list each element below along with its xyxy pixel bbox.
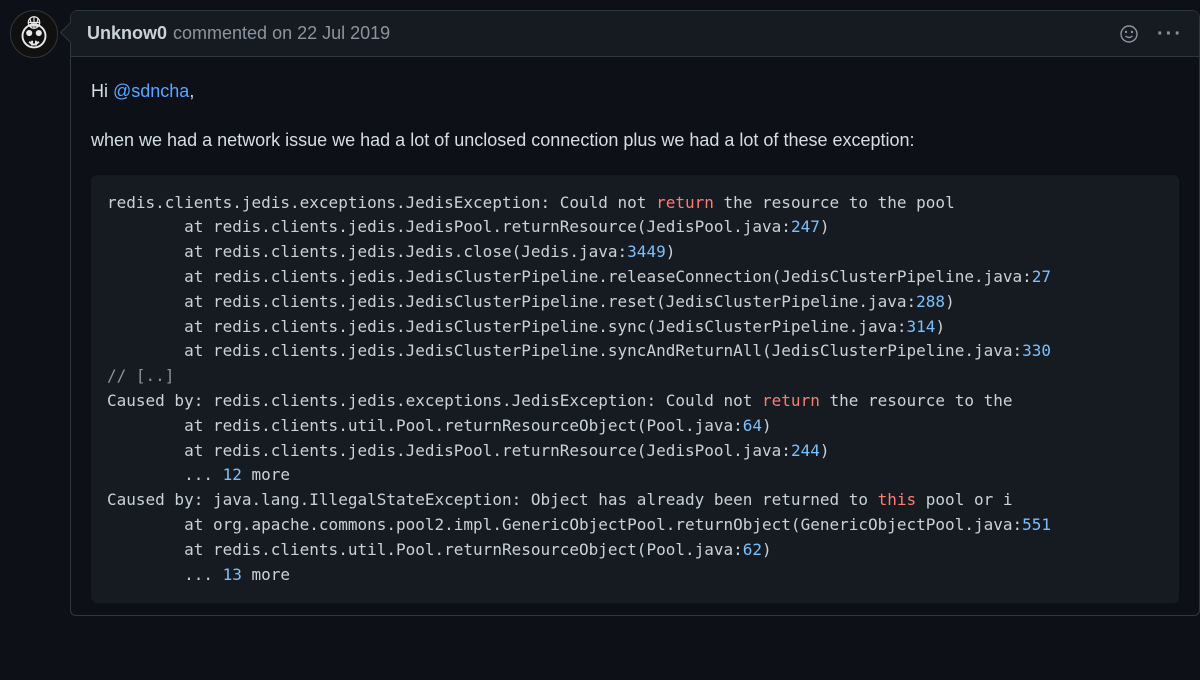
code-line: at redis.clients.jedis.JedisClusterPipel… (107, 290, 1163, 315)
user-mention[interactable]: @sdncha (113, 81, 189, 101)
code-line: at redis.clients.jedis.JedisClusterPipel… (107, 265, 1163, 290)
code-line: Caused by: redis.clients.jedis.exception… (107, 389, 1163, 414)
code-line: at redis.clients.util.Pool.returnResourc… (107, 538, 1163, 563)
code-line: redis.clients.jedis.exceptions.JedisExce… (107, 191, 1163, 216)
code-line: at org.apache.commons.pool2.impl.Generic… (107, 513, 1163, 538)
code-line: at redis.clients.jedis.JedisClusterPipel… (107, 315, 1163, 340)
comment-author-link[interactable]: Unknow0 (87, 23, 167, 44)
comment-header: Unknow0 commented on 22 Jul 2019 ··· (71, 11, 1199, 57)
comment-body: Hi @sdncha, when we had a network issue … (71, 57, 1199, 615)
code-line: at redis.clients.jedis.JedisClusterPipel… (107, 339, 1163, 364)
stacktrace-code-block: redis.clients.jedis.exceptions.JedisExce… (91, 175, 1179, 604)
body-paragraph: when we had a network issue we had a lot… (91, 126, 1179, 155)
code-line: at redis.clients.jedis.JedisPool.returnR… (107, 439, 1163, 464)
comment-container: Unknow0 commented on 22 Jul 2019 ··· (70, 10, 1200, 616)
comment-date-prefix: on (272, 23, 297, 43)
comment-date: 22 Jul 2019 (297, 23, 390, 43)
code-line: Caused by: java.lang.IllegalStateExcepti… (107, 488, 1163, 513)
code-line: at redis.clients.jedis.JedisPool.returnR… (107, 215, 1163, 240)
code-line: ... 12 more (107, 463, 1163, 488)
emoji-reaction-icon[interactable] (1119, 24, 1139, 44)
comment-timestamp: commented on 22 Jul 2019 (173, 23, 390, 44)
code-line: at redis.clients.jedis.Jedis.close(Jedis… (107, 240, 1163, 265)
comment-action-text: commented (173, 23, 267, 43)
code-line: ... 13 more (107, 563, 1163, 588)
greeting-prefix: Hi (91, 81, 113, 101)
code-line: // [..] (107, 364, 1163, 389)
code-line: at redis.clients.util.Pool.returnResourc… (107, 414, 1163, 439)
kebab-menu-icon[interactable]: ··· (1157, 24, 1183, 44)
greeting-suffix: , (189, 81, 194, 101)
greeting-line: Hi @sdncha, (91, 77, 1179, 106)
avatar[interactable] (10, 10, 58, 58)
